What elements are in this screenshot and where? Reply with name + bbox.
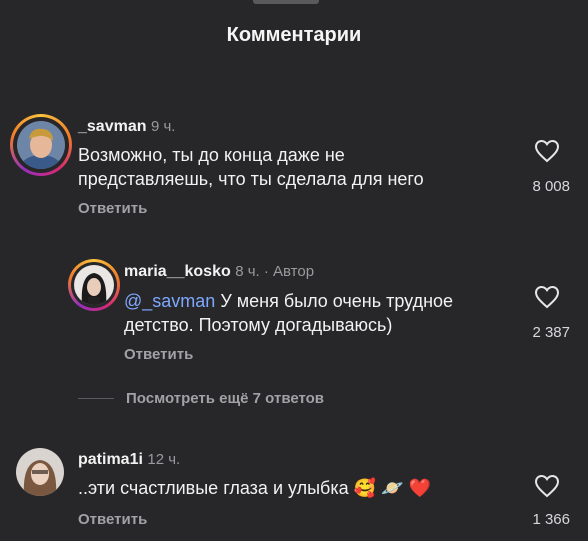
reply-button[interactable]: Ответить [78,200,147,217]
comment-username[interactable]: patima1i 12 ч. [78,451,180,469]
page-title: Комментарии [226,24,362,46]
comment-time: 9 ч. [150,118,176,135]
reply-button[interactable]: Ответить [124,346,193,363]
comment-text: ..эти счастливые глаза и улыбка 🥰 🪐 ❤️ [78,478,431,499]
comment-username[interactable]: _savman 9 ч. [78,118,175,136]
emoji-planet: 🪐 [381,478,404,499]
comment-username[interactable]: maria__kosko 8 ч. · Автор [124,263,314,281]
avatar[interactable] [17,121,65,169]
view-more-replies-button[interactable]: Посмотреть ещё 7 ответов [126,390,324,407]
emoji-red-heart: ❤️ [408,478,431,499]
like-count: 1 366 [532,511,570,528]
reply-button[interactable]: Ответить [78,511,147,528]
heart-outline-icon[interactable] [534,474,560,503]
comment-time: 12 ч. [147,451,181,468]
heart-outline-icon[interactable] [534,139,560,168]
like-count: 8 008 [532,178,570,195]
avatar[interactable] [74,265,114,305]
comment-text: Возможно, ты до конца даже не представля… [78,145,424,189]
heart-outline-icon[interactable] [534,285,560,314]
mention-link[interactable]: @_savman [124,291,215,311]
comment-text: @_savman У меня было очень трудное детст… [124,291,454,335]
like-count: 2 387 [532,324,570,341]
emoji-smiling-hearts: 🥰 [353,478,377,499]
sheet-drag-handle[interactable] [253,0,319,4]
avatar[interactable] [16,448,64,496]
divider [78,398,114,399]
comment-time-author: 8 ч. · Автор [235,263,315,280]
